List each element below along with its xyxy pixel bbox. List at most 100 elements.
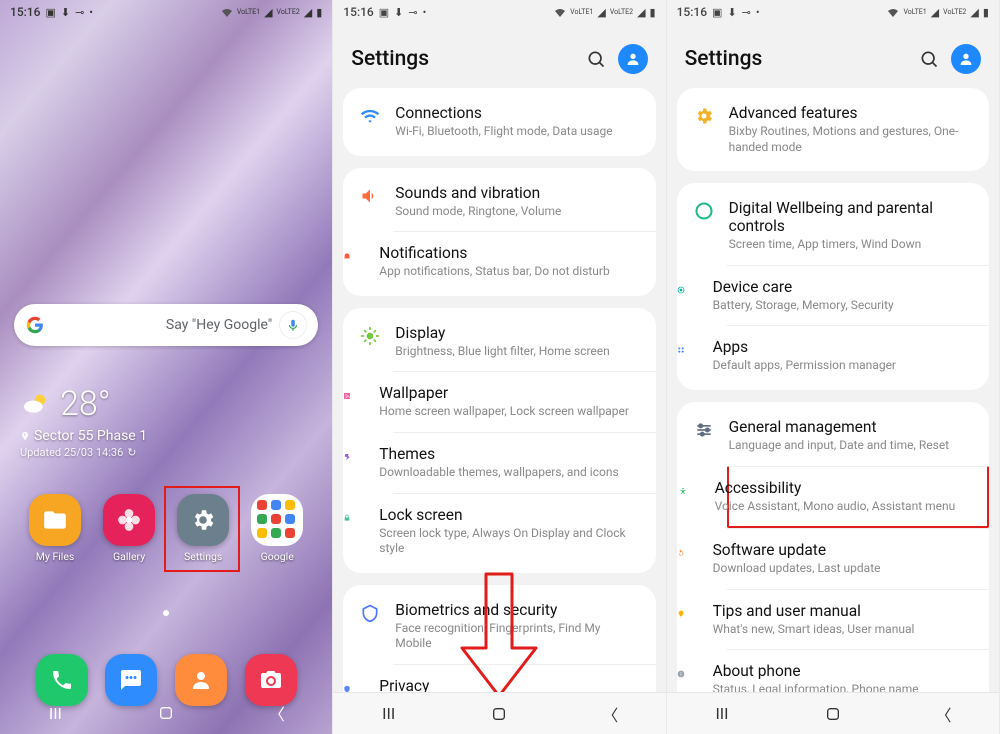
item-subtitle: What's new, Smart ideas, User manual — [713, 622, 973, 638]
settings-item-tips[interactable]: Tips and user manualWhat's new, Smart id… — [727, 589, 989, 650]
item-subtitle: Default apps, Permission manager — [713, 358, 973, 374]
item-title: Display — [395, 324, 639, 342]
settings-group: Advanced features Bixby Routines, Motions… — [677, 88, 989, 171]
settings-item-update[interactable]: Software updateDownload updates, Last up… — [727, 528, 989, 589]
settings-item-display[interactable]: Display Brightness, Blue light filter, Ho… — [343, 312, 655, 372]
search-icon[interactable] — [586, 49, 606, 69]
settings-list: Advanced features Bixby Routines, Motions… — [667, 88, 999, 710]
item-subtitle: App notifications, Status bar, Do not di… — [379, 264, 639, 280]
settings-item-advanced[interactable]: Advanced features Bixby Routines, Motions… — [677, 92, 989, 167]
back-button[interactable]: 〈 — [267, 703, 287, 723]
nav-bar: III 〈 — [333, 692, 665, 734]
back-button[interactable]: 〈 — [600, 704, 620, 724]
more-icon: • — [89, 6, 93, 19]
home-button[interactable] — [489, 704, 509, 724]
signal-icon: ◢ — [264, 6, 272, 19]
mic-icon[interactable] — [280, 312, 306, 338]
settings-item-themes[interactable]: ThemesDownloadable themes, wallpapers, a… — [393, 432, 655, 493]
status-bar: 15:16 ▣ ⬇ ⊸ • VoLTE1◢ VoLTE2◢ ▮ — [333, 0, 665, 24]
recents-button[interactable]: III — [712, 704, 732, 724]
page-indicator — [163, 610, 169, 616]
item-subtitle: Home screen wallpaper, Lock screen wallp… — [379, 404, 639, 420]
wellbeing-icon — [693, 199, 715, 221]
wifi-icon — [221, 7, 233, 17]
item-title: Tips and user manual — [713, 602, 973, 620]
search-icon[interactable] — [919, 49, 939, 69]
app-row: My Files Gallery Settings Google — [0, 494, 332, 563]
biometrics-icon — [359, 601, 381, 623]
settings-item-bell[interactable]: NotificationsApp notifications, Status b… — [393, 231, 655, 292]
tips-icon — [677, 602, 699, 624]
settings-item-wallpaper[interactable]: WallpaperHome screen wallpaper, Lock scr… — [393, 371, 655, 432]
item-title: Apps — [713, 338, 973, 356]
settings-header: Settings — [333, 24, 665, 88]
settings-item-devicecare[interactable]: Device careBattery, Storage, Memory, Sec… — [727, 265, 989, 326]
devicecare-icon — [677, 278, 699, 300]
sound-icon — [359, 184, 381, 206]
settings-item-biometrics[interactable]: Biometrics and securityFace recognition,… — [343, 589, 655, 664]
update-icon — [677, 541, 699, 563]
google-search-bar[interactable]: Say "Hey Google" — [14, 304, 318, 346]
weather-widget[interactable]: 28° Sector 55 Phase 1 Updated 25/03 14:3… — [20, 384, 147, 459]
app-google-folder[interactable]: Google — [245, 494, 309, 563]
app-settings[interactable]: Settings — [171, 494, 235, 563]
temperature: 28° — [60, 384, 111, 424]
battery-icon: ▮ — [650, 6, 656, 19]
status-bar: 15:16 ▣⬇ ⊸• VoLTE1◢ VoLTE2◢ ▮ — [667, 0, 999, 24]
settings-group: Digital Wellbeing and parental controlsS… — [677, 183, 989, 390]
settings-item-accessibility[interactable]: AccessibilityVoice Assistant, Mono audio… — [727, 466, 989, 529]
pin-icon — [20, 430, 30, 442]
recents-button[interactable]: III — [45, 703, 65, 723]
settings-item-wellbeing[interactable]: Digital Wellbeing and parental controlsS… — [677, 187, 989, 265]
item-title: Sounds and vibration — [395, 184, 639, 202]
display-icon — [359, 324, 381, 346]
wifi-icon — [359, 104, 381, 126]
item-subtitle: Brightness, Blue light filter, Home scre… — [395, 344, 639, 360]
settings-group: General managementLanguage and input, Da… — [677, 402, 989, 710]
profile-avatar[interactable] — [951, 44, 981, 74]
lte2-label: VoLTE2 — [277, 8, 300, 16]
bell-icon — [343, 244, 365, 266]
search-hint: Say "Hey Google" — [166, 317, 272, 333]
settings-item-sound[interactable]: Sounds and vibration Sound mode, Ringtone… — [343, 172, 655, 232]
weather-icon — [20, 388, 52, 420]
lte1-label: VoLTE1 — [237, 8, 260, 16]
home-button[interactable] — [156, 703, 176, 723]
settings-list: ConnectionsWi-Fi, Bluetooth, Flight mode… — [333, 88, 665, 710]
nav-bar: III 〈 — [0, 692, 332, 734]
back-button[interactable]: 〈 — [934, 704, 954, 724]
item-subtitle: Sound mode, Ringtone, Volume — [395, 204, 639, 220]
item-subtitle: Download updates, Last update — [713, 561, 973, 577]
updated-text: Updated 25/03 14:36 — [20, 446, 123, 459]
item-subtitle: Screen time, App timers, Wind Down — [729, 237, 973, 253]
accessibility-icon — [679, 479, 701, 501]
item-subtitle: Downloadable themes, wallpapers, and ico… — [379, 465, 639, 481]
settings-item-wifi[interactable]: ConnectionsWi-Fi, Bluetooth, Flight mode… — [343, 92, 655, 152]
item-title: Advanced features — [729, 104, 973, 122]
settings-screen-2: 15:16 ▣⬇ ⊸• VoLTE1◢ VoLTE2◢ ▮ Settings A… — [667, 0, 1000, 734]
item-title: Wallpaper — [379, 384, 639, 402]
home-button[interactable] — [823, 704, 843, 724]
home-screen: 15:16 ▣ ⬇ ⊸ • VoLTE1 ◢ VoLTE2 ◢ ▮ Say "H… — [0, 0, 333, 734]
item-title: Notifications — [379, 244, 639, 262]
profile-avatar[interactable] — [618, 44, 648, 74]
app-gallery[interactable]: Gallery — [97, 494, 161, 563]
key-icon: ⊸ — [75, 6, 84, 19]
recents-button[interactable]: III — [379, 704, 399, 724]
item-subtitle: Battery, Storage, Memory, Security — [713, 298, 973, 314]
item-subtitle: Voice Assistant, Mono audio, Assistant m… — [715, 499, 971, 515]
app-my-files[interactable]: My Files — [23, 494, 87, 563]
item-subtitle: Bixby Routines, Motions and gestures, On… — [729, 124, 973, 155]
item-subtitle: Wi-Fi, Bluetooth, Flight mode, Data usag… — [395, 124, 639, 140]
signal-icon-2: ◢ — [304, 6, 312, 19]
settings-item-apps[interactable]: AppsDefault apps, Permission manager — [727, 325, 989, 386]
item-title: Device care — [713, 278, 973, 296]
download-icon: ⬇ — [394, 6, 403, 19]
settings-group: Display Brightness, Blue light filter, Ho… — [343, 308, 655, 573]
themes-icon — [343, 445, 365, 467]
battery-icon: ▮ — [316, 6, 322, 19]
settings-header: Settings — [667, 24, 999, 88]
settings-item-lock[interactable]: Lock screenScreen lock type, Always On D… — [393, 493, 655, 569]
item-title: Lock screen — [379, 506, 639, 524]
settings-item-general[interactable]: General managementLanguage and input, Da… — [677, 406, 989, 466]
